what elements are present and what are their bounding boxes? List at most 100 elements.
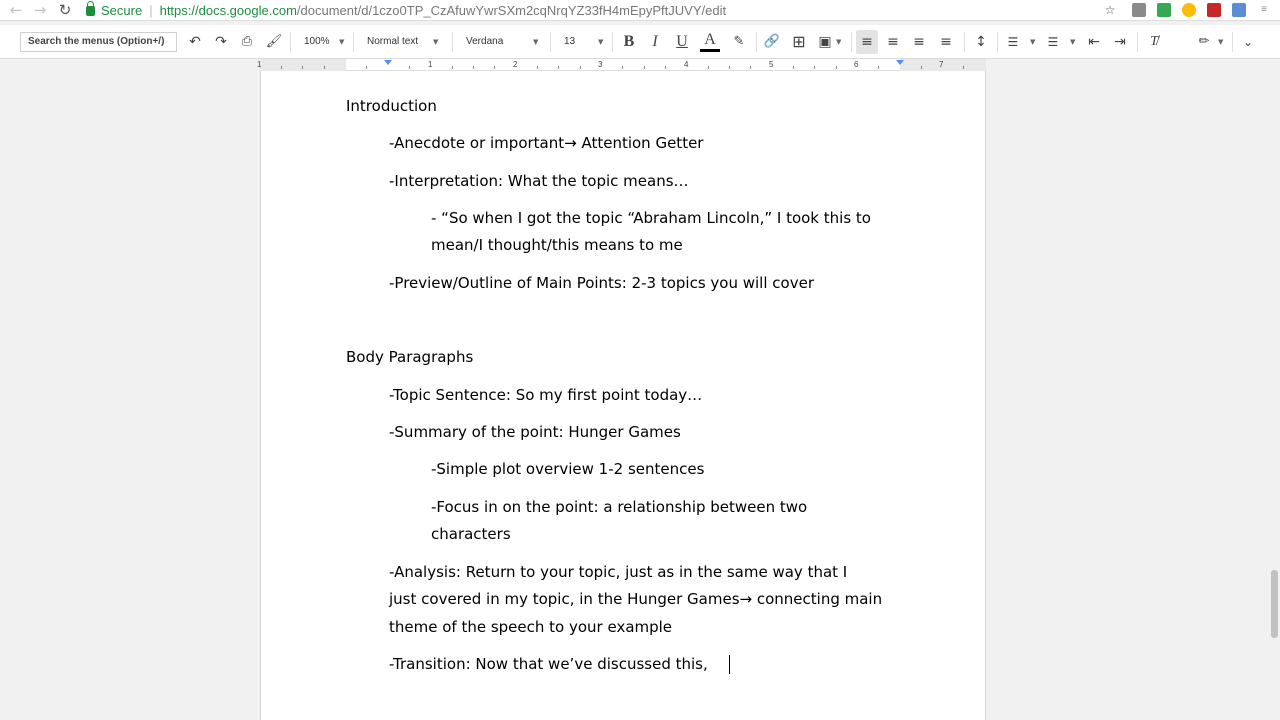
left-indent-marker[interactable] bbox=[384, 60, 392, 65]
ruler-tick bbox=[409, 66, 410, 69]
bookmark-star-icon[interactable]: ☆ bbox=[1103, 3, 1117, 17]
ruler-left-margin bbox=[260, 59, 346, 71]
body-transition-line: -Transition: Now that we’ve discussed th… bbox=[389, 655, 708, 673]
intro-quote-line: mean/I thought/this means to me bbox=[431, 236, 683, 254]
bulleted-list-icon[interactable]: ☰ bbox=[1043, 30, 1063, 54]
decrease-indent-icon[interactable]: ⇤ bbox=[1084, 30, 1104, 54]
toolbar-divider bbox=[1232, 32, 1233, 52]
print-icon[interactable]: ⎙ bbox=[238, 30, 256, 54]
ruler-number: 1 bbox=[428, 60, 433, 69]
ruler-tick bbox=[708, 66, 709, 69]
sheets-extension-icon[interactable] bbox=[1157, 3, 1171, 17]
ruler-tick bbox=[473, 66, 474, 69]
toolbar-divider bbox=[756, 32, 757, 52]
link-icon[interactable]: 🔗 bbox=[762, 30, 782, 54]
ruler-tick bbox=[558, 66, 559, 69]
ruler-tick bbox=[963, 66, 964, 69]
align-center-icon[interactable]: ≡ bbox=[883, 30, 903, 54]
text-color-icon[interactable]: A bbox=[700, 30, 720, 52]
insert-image-icon[interactable]: ▣ bbox=[815, 30, 835, 54]
ruler-number: 3 bbox=[598, 60, 603, 69]
vertical-scrollbar-thumb[interactable] bbox=[1271, 570, 1278, 638]
font-dropdown[interactable]: Verdana bbox=[466, 30, 536, 54]
drive-extension-icon[interactable] bbox=[1182, 3, 1196, 17]
chevron-down-icon[interactable]: ▼ bbox=[1070, 30, 1075, 54]
chevron-down-icon[interactable]: ▼ bbox=[533, 30, 538, 54]
chevron-down-icon[interactable]: ▼ bbox=[836, 30, 841, 54]
ruler-tick bbox=[537, 66, 538, 69]
ruler-tick bbox=[729, 66, 730, 69]
style-dropdown[interactable]: Normal text bbox=[367, 30, 437, 54]
redo-icon[interactable]: ↷ bbox=[212, 30, 230, 54]
increase-indent-icon[interactable]: ⇥ bbox=[1110, 30, 1130, 54]
align-justify-icon[interactable]: ≡ bbox=[936, 30, 956, 54]
back-arrow-icon[interactable]: ← bbox=[6, 1, 26, 19]
ruler-number: 2 bbox=[513, 60, 518, 69]
toolbar-divider bbox=[452, 32, 453, 52]
lock-icon bbox=[86, 1, 95, 16]
paint-format-icon[interactable]: 🖌 bbox=[265, 30, 283, 54]
more-extensions-icon[interactable]: ≡ bbox=[1257, 3, 1271, 17]
ruler-number: 5 bbox=[769, 60, 774, 69]
italic-icon[interactable]: I bbox=[646, 30, 664, 54]
text-cursor bbox=[729, 655, 730, 674]
introduction-heading: Introduction bbox=[346, 97, 437, 115]
intro-preview-line: -Preview/Outline of Main Points: 2-3 top… bbox=[389, 274, 814, 292]
right-indent-marker[interactable] bbox=[896, 60, 904, 65]
body-analysis-line: theme of the speech to your example bbox=[389, 618, 673, 636]
ruler-number: 6 bbox=[854, 60, 859, 69]
collapse-toolbar-chevron-icon[interactable]: ⌄ bbox=[1238, 30, 1258, 54]
clear-formatting-icon[interactable]: T̸ bbox=[1143, 30, 1165, 54]
ruler-tick bbox=[302, 66, 303, 69]
zoom-dropdown[interactable]: 100% bbox=[304, 30, 344, 54]
undo-icon[interactable]: ↶ bbox=[186, 30, 204, 54]
ruler: 1 1 2 3 4 5 6 7 bbox=[0, 59, 1280, 71]
toolbar-divider bbox=[550, 32, 551, 52]
translate-extension-icon[interactable] bbox=[1232, 3, 1246, 17]
intro-anecdote-line: -Anecdote or important→ Attention Getter bbox=[389, 134, 704, 152]
body-plot-overview-line: -Simple plot overview 1-2 sentences bbox=[431, 460, 705, 478]
ruler-tick bbox=[750, 66, 751, 69]
ruler-tick bbox=[665, 66, 666, 69]
ruler-tick bbox=[836, 66, 837, 69]
ruler-tick bbox=[814, 66, 815, 69]
numbered-list-icon[interactable]: ☰ bbox=[1003, 30, 1023, 54]
toolbar-divider bbox=[997, 32, 998, 52]
forward-arrow-icon[interactable]: → bbox=[30, 1, 50, 19]
red-extension-icon[interactable] bbox=[1207, 3, 1221, 17]
bold-icon[interactable]: B bbox=[620, 30, 638, 54]
ruler-tick bbox=[622, 66, 623, 69]
chevron-down-icon[interactable]: ▼ bbox=[1218, 30, 1223, 54]
line-spacing-icon[interactable]: ↕ bbox=[970, 30, 992, 54]
url-host: https://docs.google.com bbox=[159, 2, 297, 18]
insert-comment-icon[interactable]: ⊞ bbox=[789, 30, 809, 54]
ruler-page-area bbox=[260, 59, 986, 71]
reload-icon[interactable]: ↻ bbox=[55, 1, 75, 19]
align-right-icon[interactable]: ≡ bbox=[909, 30, 929, 54]
align-left-icon[interactable]: ≡ bbox=[856, 30, 878, 54]
toolbar-divider bbox=[964, 32, 965, 52]
extension-icon[interactable] bbox=[1132, 3, 1146, 17]
ruler-tick bbox=[494, 66, 495, 69]
ruler-tick bbox=[793, 66, 794, 69]
font-size-dropdown[interactable]: 13 bbox=[564, 30, 594, 54]
chevron-down-icon[interactable]: ▼ bbox=[1030, 30, 1035, 54]
editing-mode-pencil-icon[interactable]: ✏ bbox=[1194, 30, 1214, 54]
menu-search-input[interactable]: Search the menus (Option+/) bbox=[20, 32, 177, 52]
chevron-down-icon[interactable]: ▼ bbox=[339, 30, 344, 54]
docs-toolbar: Search the menus (Option+/) ↶ ↷ ⎙ 🖌 100%… bbox=[0, 25, 1280, 59]
highlight-color-icon[interactable]: ✎ bbox=[729, 30, 749, 54]
chevron-down-icon[interactable]: ▼ bbox=[598, 30, 603, 54]
ruler-tick bbox=[878, 66, 879, 69]
url-divider: | bbox=[149, 2, 153, 18]
chevron-down-icon[interactable]: ▼ bbox=[433, 30, 438, 54]
intro-quote-line: - “So when I got the topic “Abraham Linc… bbox=[431, 209, 871, 227]
underline-icon[interactable]: U bbox=[673, 30, 691, 54]
ruler-tick bbox=[281, 66, 282, 69]
url-field[interactable]: Secure | https://docs.google.com/documen… bbox=[86, 0, 726, 20]
body-focus-line: characters bbox=[431, 525, 511, 543]
toolbar-divider bbox=[1137, 32, 1138, 52]
body-topic-sentence-line: -Topic Sentence: So my first point today… bbox=[389, 386, 703, 404]
ruler-number: 7 bbox=[939, 60, 944, 69]
body-paragraphs-heading: Body Paragraphs bbox=[346, 348, 474, 366]
